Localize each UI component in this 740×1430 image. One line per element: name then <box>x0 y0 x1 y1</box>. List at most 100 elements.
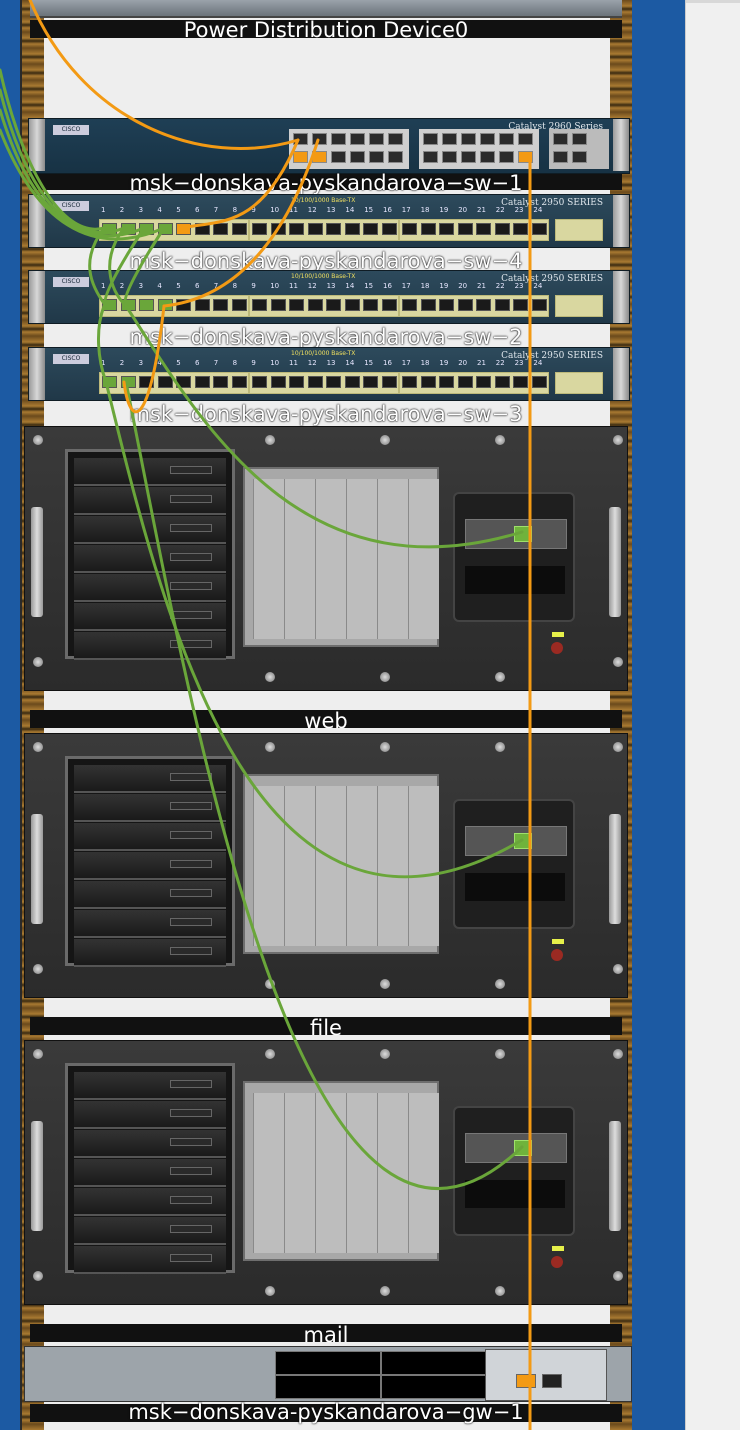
switch-port[interactable] <box>270 376 286 388</box>
switch-port[interactable] <box>289 299 304 311</box>
switch-sw4[interactable]: CISCO Catalyst 2950 SERIES 10/100/1000 Bas… <box>28 194 630 248</box>
switch-port[interactable] <box>381 376 397 388</box>
switch-port[interactable] <box>157 376 173 388</box>
switch-port[interactable] <box>476 299 491 311</box>
switch-port[interactable] <box>350 151 365 163</box>
switch-port[interactable] <box>518 133 533 145</box>
power-button[interactable] <box>551 949 563 961</box>
switch-port[interactable] <box>252 376 267 388</box>
switch-port[interactable] <box>252 299 267 311</box>
switch-port[interactable] <box>494 299 510 311</box>
switch-sw2[interactable]: CISCO Catalyst 2950 SERIES 10/100/1000 Bas… <box>28 270 630 324</box>
switch-port[interactable] <box>176 223 191 235</box>
switch-port[interactable] <box>381 299 397 311</box>
switch-port[interactable] <box>344 223 360 235</box>
switch-port[interactable] <box>120 299 136 311</box>
switch-port[interactable] <box>307 376 323 388</box>
server-web[interactable] <box>24 426 628 691</box>
switch-port[interactable] <box>326 299 341 311</box>
server-mail[interactable] <box>24 1040 628 1305</box>
switch-port[interactable] <box>423 133 438 145</box>
switch-port[interactable] <box>344 299 360 311</box>
switch-port[interactable] <box>307 299 323 311</box>
router-gw1[interactable] <box>24 1346 632 1402</box>
switch-port[interactable] <box>176 299 191 311</box>
switch-port[interactable] <box>513 376 528 388</box>
switch-port[interactable] <box>439 376 454 388</box>
switch-port[interactable] <box>194 223 210 235</box>
switch-port[interactable] <box>363 223 378 235</box>
switch-port[interactable] <box>531 299 547 311</box>
switch-port[interactable] <box>213 376 228 388</box>
switch-port[interactable] <box>461 151 476 163</box>
switch-port[interactable] <box>213 223 228 235</box>
switch-port[interactable] <box>494 223 510 235</box>
switch-port[interactable] <box>461 133 476 145</box>
switch-port[interactable] <box>331 151 346 163</box>
switch-port[interactable] <box>442 151 457 163</box>
rack-view-canvas[interactable]: Power Distribution Device0 CISCO Catalys… <box>0 0 740 1430</box>
ethernet-port[interactable] <box>514 833 532 849</box>
router-port[interactable] <box>542 1374 562 1388</box>
switch-port[interactable] <box>139 376 154 388</box>
switch-port[interactable] <box>344 376 360 388</box>
switch-port[interactable] <box>326 376 341 388</box>
switch-port[interactable] <box>420 223 436 235</box>
switch-port[interactable] <box>157 223 173 235</box>
switch-port[interactable] <box>476 223 491 235</box>
switch-port[interactable] <box>369 133 384 145</box>
switch-port[interactable] <box>420 376 436 388</box>
switch-port[interactable] <box>157 299 173 311</box>
server-file[interactable] <box>24 733 628 998</box>
switch-port[interactable] <box>480 151 495 163</box>
switch-port[interactable] <box>176 376 191 388</box>
switch-port[interactable] <box>480 133 495 145</box>
switch-port[interactable] <box>231 299 247 311</box>
switch-port[interactable] <box>350 133 365 145</box>
switch-port[interactable] <box>139 223 154 235</box>
switch-port[interactable] <box>420 299 436 311</box>
switch-port[interactable] <box>231 223 247 235</box>
switch-port[interactable] <box>388 151 403 163</box>
switch-port[interactable] <box>494 376 510 388</box>
switch-port[interactable] <box>553 133 568 145</box>
switch-port[interactable] <box>439 299 454 311</box>
switch-port[interactable] <box>270 299 286 311</box>
switch-port[interactable] <box>531 223 547 235</box>
switch-port[interactable] <box>388 133 403 145</box>
switch-port[interactable] <box>102 299 117 311</box>
switch-port[interactable] <box>307 223 323 235</box>
switch-port[interactable] <box>194 299 210 311</box>
switch-port[interactable] <box>457 223 473 235</box>
switch-port[interactable] <box>289 223 304 235</box>
switch-port[interactable] <box>457 299 473 311</box>
switch-sw1[interactable]: CISCO Catalyst 2960 Series <box>28 118 630 174</box>
switch-port[interactable] <box>213 299 228 311</box>
switch-port[interactable] <box>572 133 587 145</box>
switch-port[interactable] <box>513 223 528 235</box>
power-distribution-device[interactable] <box>30 0 622 18</box>
switch-port[interactable] <box>572 151 587 163</box>
switch-port[interactable] <box>402 299 417 311</box>
switch-sw3[interactable]: CISCO Catalyst 2950 SERIES 10/100/1000 Bas… <box>28 347 630 401</box>
switch-port[interactable] <box>102 376 117 388</box>
switch-port[interactable] <box>120 376 136 388</box>
switch-port[interactable] <box>293 133 308 145</box>
switch-port[interactable] <box>363 299 378 311</box>
switch-port[interactable] <box>312 133 327 145</box>
switch-port[interactable] <box>513 299 528 311</box>
switch-port[interactable] <box>518 151 533 163</box>
switch-port[interactable] <box>402 223 417 235</box>
switch-port[interactable] <box>289 376 304 388</box>
switch-port[interactable] <box>457 376 473 388</box>
switch-port[interactable] <box>312 151 327 163</box>
switch-port[interactable] <box>423 151 438 163</box>
switch-port[interactable] <box>231 376 247 388</box>
switch-port[interactable] <box>531 376 547 388</box>
switch-port[interactable] <box>363 376 378 388</box>
ethernet-port[interactable] <box>514 526 532 542</box>
router-port-connected[interactable] <box>516 1374 536 1388</box>
switch-port[interactable] <box>381 223 397 235</box>
switch-port[interactable] <box>293 151 308 163</box>
power-button[interactable] <box>551 642 563 654</box>
